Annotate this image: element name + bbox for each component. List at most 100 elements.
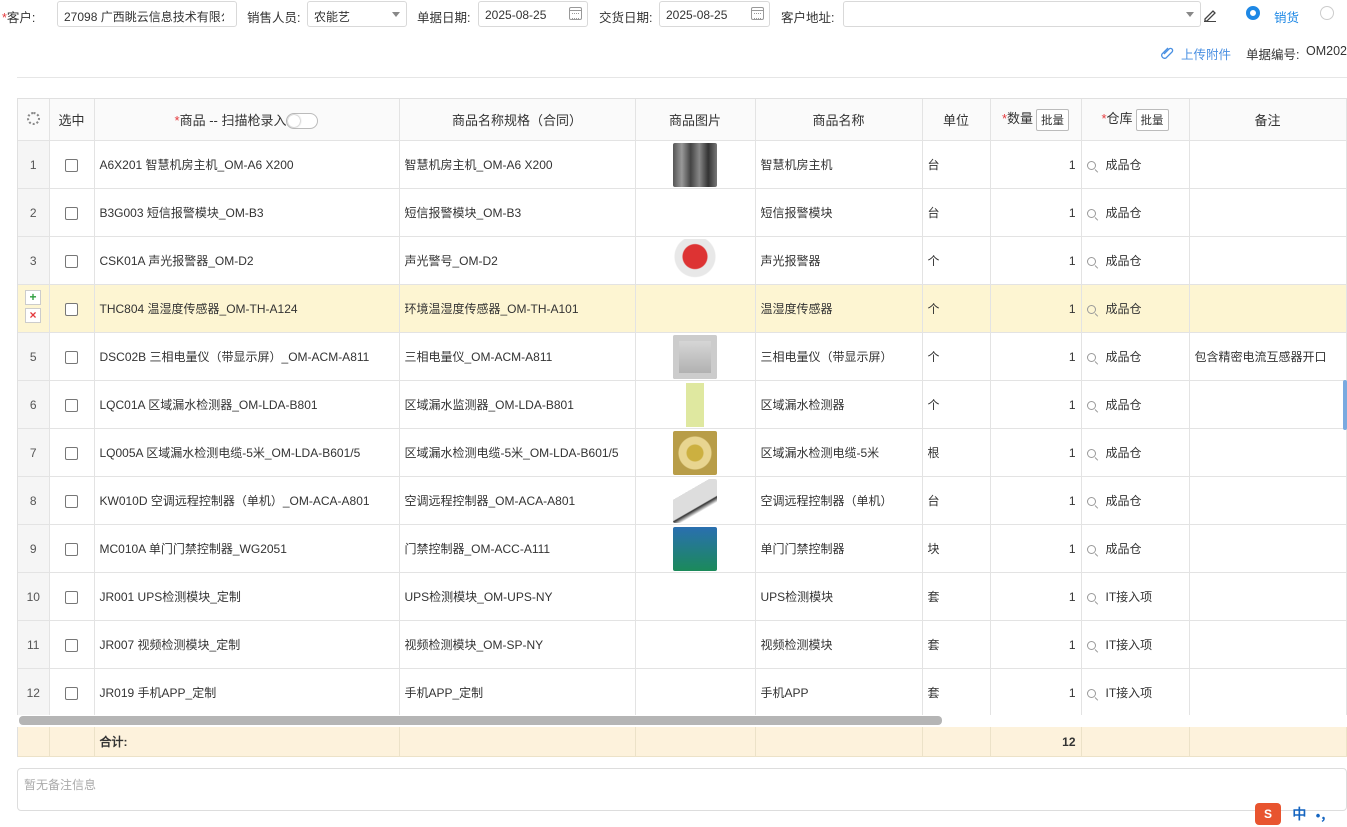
ime-mode[interactable]: 中 xyxy=(1292,806,1306,822)
product-cell[interactable]: LQ005A 区域漏水检测电缆-5米_OM-LDA-B601/5 xyxy=(94,428,400,477)
address-select[interactable] xyxy=(843,1,1201,27)
search-icon[interactable] xyxy=(1086,161,1096,171)
customer-field[interactable]: 27098 广西眺云信息技术有限公司 xyxy=(57,1,237,27)
warehouse-cell[interactable]: IT接入项 xyxy=(1081,572,1190,621)
product-cell[interactable]: DSC02B 三相电量仪（带显示屏）_OM-ACM-A811 xyxy=(94,332,400,381)
remark-cell[interactable] xyxy=(1189,236,1347,285)
warehouse-cell[interactable]: 成品仓 xyxy=(1081,380,1190,429)
product-cell[interactable]: THC804 温湿度传感器_OM-TH-A124 xyxy=(94,284,400,333)
product-image[interactable] xyxy=(673,478,717,523)
row-checkbox[interactable] xyxy=(65,446,78,460)
product-cell[interactable]: CSK01A 声光报警器_OM-D2 xyxy=(94,236,400,285)
remark-cell[interactable] xyxy=(1189,524,1347,573)
search-icon[interactable] xyxy=(1086,209,1096,219)
remark-cell[interactable]: 包含精密电流互感器开口 xyxy=(1189,332,1347,381)
table-row[interactable]: THC804 温湿度传感器_OM-TH-A124 环境温湿度传感器_OM-TH-A… xyxy=(18,284,1347,333)
remark-cell[interactable] xyxy=(1189,380,1347,429)
row-checkbox[interactable] xyxy=(65,542,78,556)
warehouse-cell[interactable]: 成品仓 xyxy=(1081,284,1190,333)
search-icon[interactable] xyxy=(1086,641,1096,651)
qty-cell[interactable]: 1 xyxy=(990,428,1082,477)
ime-punct[interactable]: •， xyxy=(1316,808,1334,823)
qty-cell[interactable]: 1 xyxy=(990,140,1082,189)
ime-toolbar[interactable]: S 中 •， xyxy=(1255,803,1333,827)
row-checkbox[interactable] xyxy=(65,158,78,172)
product-cell[interactable]: JR007 视频检测模块_定制 xyxy=(94,620,400,669)
product-image[interactable] xyxy=(673,238,717,283)
product-image[interactable] xyxy=(673,382,717,427)
warehouse-cell[interactable]: IT接入项 xyxy=(1081,620,1190,669)
product-cell[interactable]: B3G003 短信报警模块_OM-B3 xyxy=(94,188,400,237)
row-checkbox[interactable] xyxy=(65,590,78,604)
table-row[interactable]: 11 JR007 视频检测模块_定制 视频检测模块_OM-SP-NY 视频检测模块套 1… xyxy=(18,620,1347,669)
table-row[interactable]: 12 JR019 手机APP_定制 手机APP_定制 手机APP 套 1 IT接入项 xyxy=(18,668,1347,715)
memo-input[interactable]: 暂无备注信息 xyxy=(17,768,1347,811)
table-row[interactable]: 1 A6X201 智慧机房主机_OM-A6 X200 智慧机房主机_OM-A6 X2… xyxy=(18,140,1347,189)
row-checkbox[interactable] xyxy=(65,302,78,316)
warehouse-cell[interactable]: 成品仓 xyxy=(1081,236,1190,285)
search-icon[interactable] xyxy=(1086,305,1096,315)
table-row[interactable]: 5 DSC02B 三相电量仪（带显示屏）_OM-ACM-A811 三相电量仪_OM-… xyxy=(18,332,1347,381)
qty-cell[interactable]: 1 xyxy=(990,668,1082,715)
search-icon[interactable] xyxy=(1086,257,1096,267)
warehouse-batch-button[interactable]: 批量 xyxy=(1135,108,1169,131)
product-cell[interactable]: MC010A 单门门禁控制器_WG2051 xyxy=(94,524,400,573)
search-icon[interactable] xyxy=(1086,401,1096,411)
row-checkbox[interactable] xyxy=(65,206,78,220)
row-checkbox[interactable] xyxy=(65,254,78,268)
qty-cell[interactable]: 1 xyxy=(990,284,1082,333)
product-cell[interactable]: JR001 UPS检测模块_定制 xyxy=(94,572,400,621)
product-cell[interactable]: JR019 手机APP_定制 xyxy=(94,668,400,715)
product-cell[interactable]: A6X201 智慧机房主机_OM-A6 X200 xyxy=(94,140,400,189)
scan-toggle[interactable] xyxy=(286,113,319,130)
remark-cell[interactable] xyxy=(1189,668,1347,715)
vertical-scrollbar[interactable] xyxy=(1343,380,1347,430)
table-row[interactable]: 2 B3G003 短信报警模块_OM-B3 短信报警模块_OM-B3 短信报警模块台 1… xyxy=(18,188,1347,237)
horizontal-scrollbar[interactable] xyxy=(19,716,942,725)
qty-cell[interactable]: 1 xyxy=(990,524,1082,573)
remark-cell[interactable] xyxy=(1189,284,1347,333)
qty-batch-button[interactable]: 批量 xyxy=(1036,108,1070,131)
warehouse-cell[interactable]: 成品仓 xyxy=(1081,188,1190,237)
search-icon[interactable] xyxy=(1086,593,1096,603)
search-icon[interactable] xyxy=(1086,689,1096,699)
search-icon[interactable] xyxy=(1086,545,1096,555)
upload-attachment-link[interactable]: 上传附件 xyxy=(1181,44,1231,63)
row-checkbox[interactable] xyxy=(65,686,78,700)
qty-cell[interactable]: 1 xyxy=(990,476,1082,525)
remark-cell[interactable] xyxy=(1189,476,1347,525)
remark-cell[interactable] xyxy=(1189,428,1347,477)
product-cell[interactable]: LQC01A 区域漏水检测器_OM-LDA-B801 xyxy=(94,380,400,429)
qty-cell[interactable]: 1 xyxy=(990,380,1082,429)
warehouse-cell[interactable]: 成品仓 xyxy=(1081,332,1190,381)
edit-icon[interactable] xyxy=(1203,8,1217,22)
search-icon[interactable] xyxy=(1086,497,1096,507)
radio-other[interactable] xyxy=(1320,6,1334,20)
calendar-icon[interactable] xyxy=(569,7,582,20)
warehouse-cell[interactable]: 成品仓 xyxy=(1081,140,1190,189)
row-checkbox[interactable] xyxy=(65,398,78,412)
product-image[interactable] xyxy=(673,526,717,571)
remark-cell[interactable] xyxy=(1189,140,1347,189)
warehouse-cell[interactable]: 成品仓 xyxy=(1081,524,1190,573)
warehouse-cell[interactable]: 成品仓 xyxy=(1081,428,1190,477)
remark-cell[interactable] xyxy=(1189,572,1347,621)
remark-cell[interactable] xyxy=(1189,188,1347,237)
table-row[interactable]: 6 LQC01A 区域漏水检测器_OM-LDA-B801 区域漏水监测器_OM-LD… xyxy=(18,380,1347,429)
table-row[interactable]: 3 CSK01A 声光报警器_OM-D2 声光警号_OM-D2 声光报警器个 1 成品仓 xyxy=(18,236,1347,285)
table-row[interactable]: 10 JR001 UPS检测模块_定制 UPS检测模块_OM-UPS-NY UPS检测… xyxy=(18,572,1347,621)
delivery-date-field[interactable]: 2025-08-25 xyxy=(659,1,770,27)
search-icon[interactable] xyxy=(1086,449,1096,459)
search-icon[interactable] xyxy=(1086,353,1096,363)
table-row[interactable]: 9 MC010A 单门门禁控制器_WG2051 门禁控制器_OM-ACC-A111 单… xyxy=(18,524,1347,573)
qty-cell[interactable]: 1 xyxy=(990,236,1082,285)
product-image[interactable] xyxy=(673,334,717,379)
add-row-icon[interactable]: + xyxy=(25,290,41,305)
qty-cell[interactable]: 1 xyxy=(990,620,1082,669)
qty-cell[interactable]: 1 xyxy=(990,188,1082,237)
product-image[interactable] xyxy=(673,430,717,475)
table-row[interactable]: 8 KW010D 空调远程控制器（单机）_OM-ACA-A801 空调远程控制器_O… xyxy=(18,476,1347,525)
doc-date-field[interactable]: 2025-08-25 xyxy=(478,1,588,27)
remark-cell[interactable] xyxy=(1189,620,1347,669)
gear-icon[interactable] xyxy=(26,111,40,125)
